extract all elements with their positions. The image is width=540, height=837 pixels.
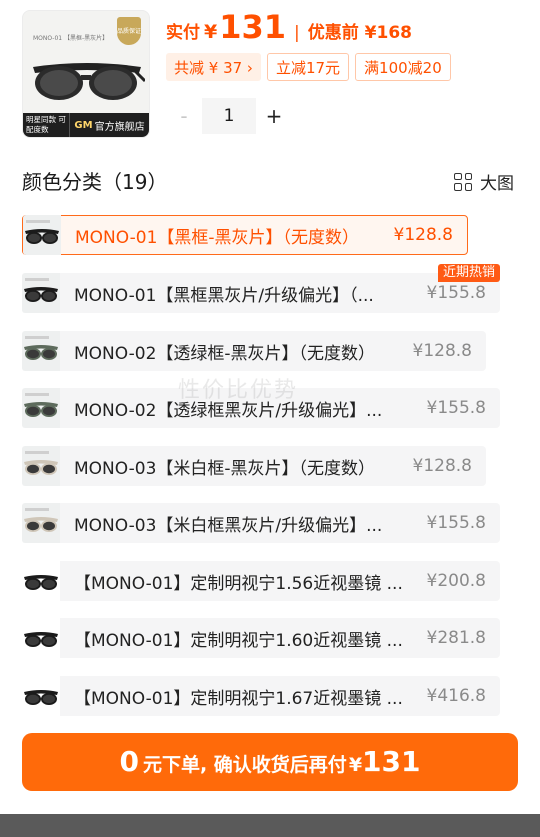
product-image[interactable]: MONO-01 【黑框-黑灰片】 品质保证 明星同款 可配度数 GM 官方旗舰店 [22, 10, 150, 138]
option-thumbnail [22, 273, 60, 313]
watermark: 性价比优势 [178, 378, 299, 403]
color-category-title: 颜色分类（19） [22, 170, 168, 194]
price-summary: 实付 ¥ 131 | 优惠前 ¥168 [166, 8, 412, 48]
option-price: ¥416.8 [426, 686, 486, 706]
cta-zero: 0 [119, 745, 139, 778]
color-option-7[interactable]: 【MONO-01】定制明视宁1.56近视墨镜 ... ¥200.8 [22, 561, 500, 601]
color-option-6[interactable]: MONO-03【米白框黑灰片/升级偏光】... ¥155.8 [22, 503, 500, 543]
hot-sale-badge: 近期热销 [437, 264, 500, 282]
total-discount-tag[interactable]: 共减 ¥ 37 › [166, 53, 261, 81]
corner-caption: 明星同款 可配度数 [23, 113, 69, 137]
option-price: ¥128.8 [393, 225, 453, 245]
color-option-5[interactable]: MONO-03【米白框-黑灰片】（无度数） ¥128.8 [22, 446, 486, 486]
system-bottom-bar [0, 814, 540, 837]
color-option-3[interactable]: MONO-02【透绿框-黑灰片】（无度数） ¥128.8 [22, 331, 486, 371]
option-thumbnail [22, 446, 60, 486]
option-price: ¥200.8 [426, 571, 486, 591]
option-name: MONO-01【黑框-黑灰片】（无度数） [75, 227, 360, 248]
cta-text: 元下单, 确认收货后再付 [142, 754, 347, 776]
instant-discount-tag: 立减17元 [266, 53, 350, 81]
increase-button[interactable]: + [256, 98, 292, 134]
option-thumbnail [22, 388, 60, 428]
threshold-discount-tag: 满100减20 [355, 53, 451, 81]
color-option-1[interactable]: MONO-01【黑框-黑灰片】（无度数） ¥128.8 [22, 215, 468, 255]
option-name: MONO-01【黑框黑灰片/升级偏光】（... [74, 285, 374, 306]
option-thumbnail [22, 618, 60, 658]
decrease-button[interactable]: - [166, 98, 202, 134]
option-thumbnail [22, 331, 60, 371]
grid-icon [454, 172, 472, 191]
option-price: ¥155.8 [426, 398, 486, 418]
option-name: MONO-03【米白框黑灰片/升级偏光】... [74, 515, 383, 536]
option-thumbnail [22, 676, 60, 716]
option-price: ¥155.8 [426, 513, 486, 533]
option-name: 【MONO-01】定制明视宁1.67近视墨镜 ... [74, 688, 403, 709]
option-price: ¥155.8 [426, 283, 486, 303]
store-caption: GM 官方旗舰店 [69, 113, 149, 137]
discount-tags: 共减 ¥ 37 › 立减17元 满100减20 [166, 53, 451, 81]
price-separator: | [294, 23, 300, 43]
option-name: MONO-03【米白框-黑灰片】（无度数） [74, 458, 376, 479]
option-name: 【MONO-01】定制明视宁1.56近视墨镜 ... [74, 573, 403, 594]
image-caption: MONO-01 【黑框-黑灰片】 [33, 35, 109, 42]
option-thumbnail [22, 503, 60, 543]
cta-price: 131 [362, 745, 421, 778]
option-thumbnail [23, 215, 61, 255]
sunglasses-image [33, 63, 145, 100]
actual-price: 131 [219, 8, 287, 46]
currency-symbol: ¥ [204, 21, 218, 43]
option-price: ¥128.8 [412, 456, 472, 476]
option-name: MONO-02【透绿框-黑灰片】（无度数） [74, 343, 376, 364]
color-option-8[interactable]: 【MONO-01】定制明视宁1.60近视墨镜 ... ¥281.8 [22, 618, 500, 658]
option-name: 【MONO-01】定制明视宁1.60近视墨镜 ... [74, 630, 403, 651]
cta-currency: ¥ [348, 754, 363, 776]
option-thumbnail [22, 561, 60, 601]
order-button[interactable]: 0 元下单, 确认收货后再付 ¥ 131 [22, 733, 518, 791]
large-image-label: 大图 [480, 174, 514, 194]
large-image-toggle[interactable]: 大图 [454, 169, 514, 194]
quantity-field[interactable]: 1 [202, 98, 256, 134]
color-option-2[interactable]: MONO-01【黑框黑灰片/升级偏光】（... ¥155.8 近期热销 [22, 264, 500, 313]
option-price: ¥128.8 [412, 341, 472, 361]
quality-badge-icon: 品质保证 [117, 17, 141, 45]
original-price: 优惠前 ¥168 [307, 23, 412, 43]
quantity-stepper: - 1 + [166, 98, 292, 134]
actual-pay-label: 实付 [166, 23, 200, 43]
color-option-9[interactable]: 【MONO-01】定制明视宁1.67近视墨镜 ... ¥416.8 [22, 676, 500, 716]
option-price: ¥281.8 [426, 628, 486, 648]
